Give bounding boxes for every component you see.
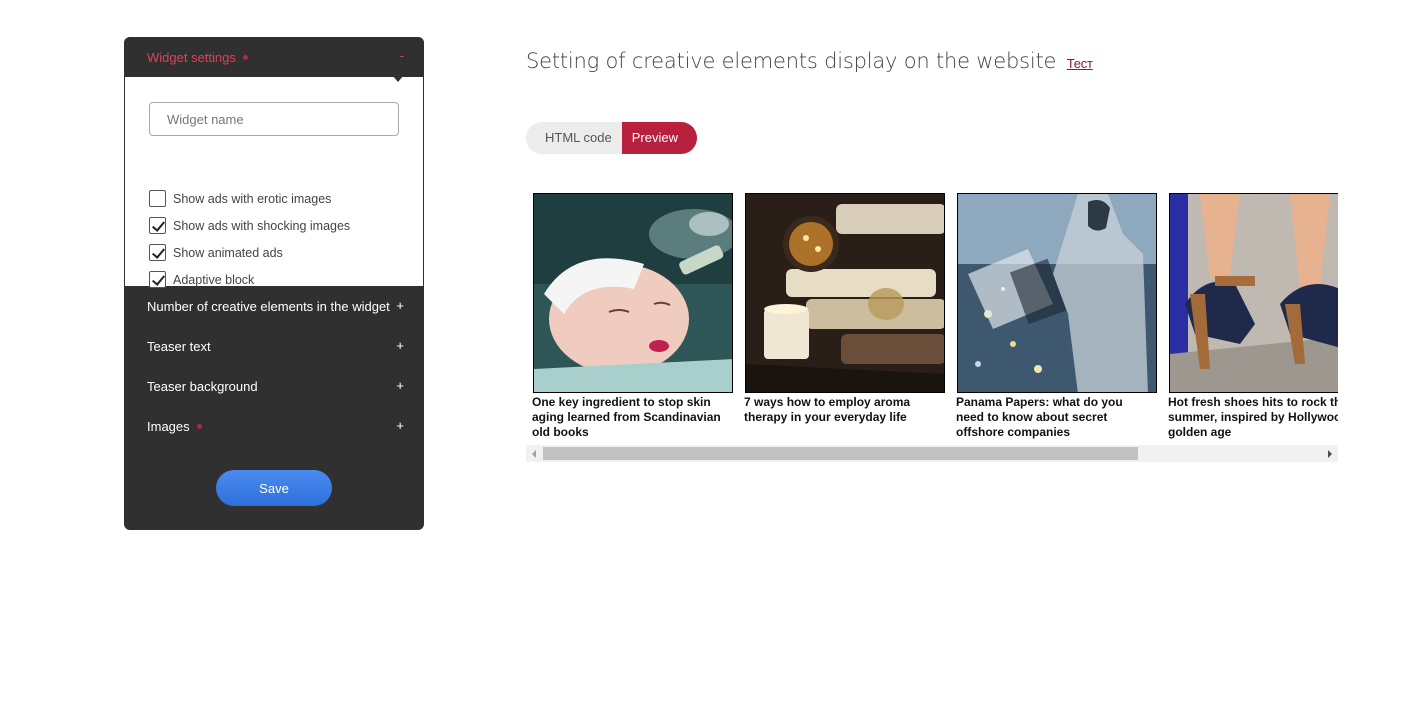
expand-plus-icon[interactable]: + <box>396 418 404 433</box>
section-teaser-text[interactable]: Teaser text + <box>124 326 424 366</box>
animated-ads-label: Show animated ads <box>173 245 283 260</box>
scroll-left-arrow-icon[interactable] <box>532 450 536 458</box>
section-images[interactable]: Images + <box>124 406 424 446</box>
widget-settings-panel: Widget settings - Show ads with erotic i… <box>124 37 424 530</box>
view-tabs: HTML code Preview <box>526 122 697 154</box>
expand-plus-icon[interactable]: + <box>396 338 404 353</box>
section-label: Teaser background <box>147 379 258 394</box>
teaser-caption[interactable]: Hot fresh shoes hits to rock this summer… <box>1168 395 1338 440</box>
collapse-toggle[interactable]: - <box>400 48 404 63</box>
page-title-text: Setting of creative elements display on … <box>526 49 1057 73</box>
teaser-caption[interactable]: One key ingredient to stop skin aging le… <box>532 395 722 440</box>
teaser-card[interactable]: One key ingredient to stop skin aging le… <box>532 193 733 439</box>
animated-ads-checkbox[interactable] <box>149 244 166 261</box>
site-link[interactable]: Тест <box>1067 56 1093 71</box>
teaser-image[interactable] <box>1169 193 1338 393</box>
section-number-of-elements[interactable]: Number of creative elements in the widge… <box>124 286 424 326</box>
teaser-card[interactable]: Panama Papers: what do you need to know … <box>956 193 1157 439</box>
expand-plus-icon[interactable]: + <box>396 298 404 313</box>
shocking-images-checkbox[interactable] <box>149 217 166 234</box>
tab-preview[interactable]: Preview <box>621 122 697 154</box>
widget-name-input[interactable] <box>149 102 399 136</box>
horizontal-scrollbar[interactable] <box>526 445 1338 462</box>
checkbox-row-erotic[interactable]: Show ads with erotic images <box>149 190 331 207</box>
section-teaser-background[interactable]: Teaser background + <box>124 366 424 406</box>
adaptive-block-label: Adaptive block <box>173 272 255 287</box>
section-label: Number of creative elements in the widge… <box>147 299 390 314</box>
save-button[interactable]: Save <box>216 470 332 506</box>
teaser-image[interactable] <box>533 193 733 393</box>
checkbox-row-shocking[interactable]: Show ads with shocking images <box>149 217 350 234</box>
erotic-images-checkbox[interactable] <box>149 190 166 207</box>
teaser-caption[interactable]: 7 ways how to employ aroma therapy in yo… <box>744 395 934 425</box>
teaser-card[interactable]: 7 ways how to employ aroma therapy in yo… <box>744 193 945 424</box>
erotic-images-label: Show ads with erotic images <box>173 191 332 206</box>
required-dot-icon <box>242 55 248 61</box>
widget-settings-header[interactable]: Widget settings - <box>124 37 424 82</box>
teaser-card[interactable]: Hot fresh shoes hits to rock this summer… <box>1168 193 1338 439</box>
expand-plus-icon[interactable]: + <box>396 378 404 393</box>
teaser-preview-strip[interactable]: One key ingredient to stop skin aging le… <box>526 193 1338 443</box>
widget-settings-title: Widget settings <box>147 50 248 65</box>
required-dot-icon <box>196 424 202 430</box>
teaser-caption[interactable]: Panama Papers: what do you need to know … <box>956 395 1146 440</box>
teaser-image[interactable] <box>957 193 1157 393</box>
checkbox-row-animated[interactable]: Show animated ads <box>149 244 283 261</box>
shocking-images-label: Show ads with shocking images <box>173 218 351 233</box>
section-label: Teaser text <box>147 339 211 354</box>
tab-html-code[interactable]: HTML code <box>526 122 622 154</box>
scrollbar-thumb[interactable] <box>543 447 1138 460</box>
scroll-right-arrow-icon[interactable] <box>1328 450 1332 458</box>
teaser-image[interactable] <box>745 193 945 393</box>
page-title: Setting of creative elements display on … <box>526 49 1093 73</box>
widget-settings-body: Show ads with erotic images Show ads wit… <box>125 77 423 288</box>
section-label: Images <box>147 419 202 434</box>
header-pointer-icon <box>392 75 404 82</box>
